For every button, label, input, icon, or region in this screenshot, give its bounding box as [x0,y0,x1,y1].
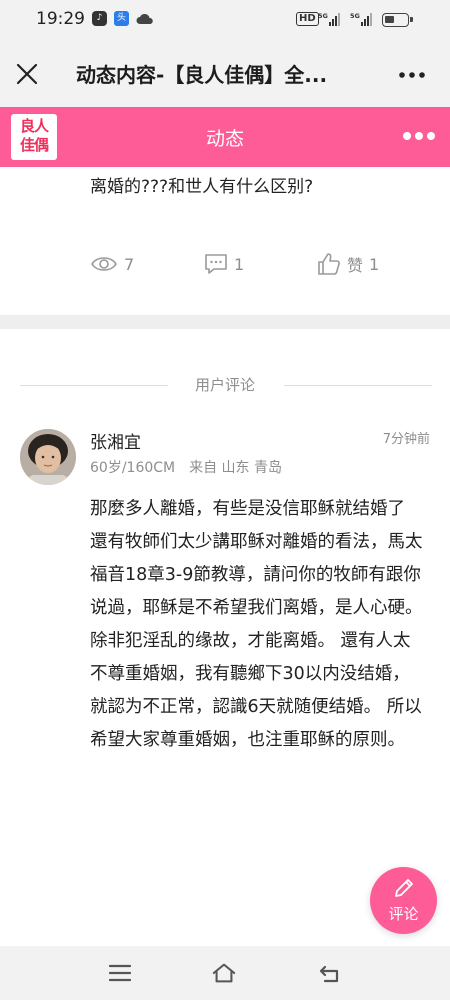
hd-badge: HD [296,12,319,26]
like-button[interactable]: 赞 1 [317,252,379,276]
section-divider [0,315,450,329]
comments-count: 1 [234,254,245,274]
status-bar: 19:29 ♪ 头 HD 5G 5G [0,0,450,42]
cloud-icon [136,13,153,24]
signal-icon: 5G [318,12,340,26]
commenter-location: 来自 山东 青岛 [189,460,283,476]
comment-body: 那麼多人離婚，有些是没信耶稣就结婚了 還有牧師们太少講耶稣对離婚的看法，馬太福音… [90,499,423,750]
views-count: 7 [124,254,135,274]
commenter-meta: 60岁/160CM 来自 山东 青岛 [90,457,296,477]
more-icon[interactable] [402,131,436,141]
status-time: 19:29 [36,9,85,29]
divider [284,385,432,386]
thumbs-up-icon [318,253,340,275]
eye-icon [91,257,117,271]
home-icon[interactable] [211,961,237,985]
pencil-icon [395,879,413,897]
page-title: 动态内容-【良人佳偶】全... [76,63,328,87]
comment-icon [205,254,227,274]
news-app-icon: 头 [114,11,129,26]
comment-time: 7分钟前 [382,432,430,447]
system-nav-bar [0,946,450,1000]
comment-fab-button[interactable]: 评论 [370,867,437,934]
comment-fab-label: 评论 [388,905,419,923]
commenter-name[interactable]: 张湘宜 [90,428,141,453]
comments-stat[interactable]: 1 [204,252,244,276]
likes-count: 1 [369,254,380,274]
back-icon[interactable] [317,961,343,985]
commenter-age-height: 60岁/160CM [90,460,176,476]
menu-icon[interactable] [107,961,133,985]
signal-1-label: 5G [318,12,328,20]
tiktok-icon: ♪ [92,11,107,26]
close-icon[interactable] [14,61,40,87]
like-label: 赞 [347,256,364,275]
post-text: 离婚的???和世人有什么区别? [90,177,314,197]
signal-2-label: 5G [350,12,360,20]
signal-icon: 5G [350,12,372,26]
views-stat: 7 [90,252,134,276]
title-bar: 动态内容-【良人佳偶】全... [0,42,450,107]
app-header: 良人 佳偶 动态 [0,107,450,167]
battery-icon [382,13,413,27]
more-icon[interactable] [398,71,426,79]
header-title: 动态 [205,128,244,150]
avatar[interactable] [20,429,76,485]
